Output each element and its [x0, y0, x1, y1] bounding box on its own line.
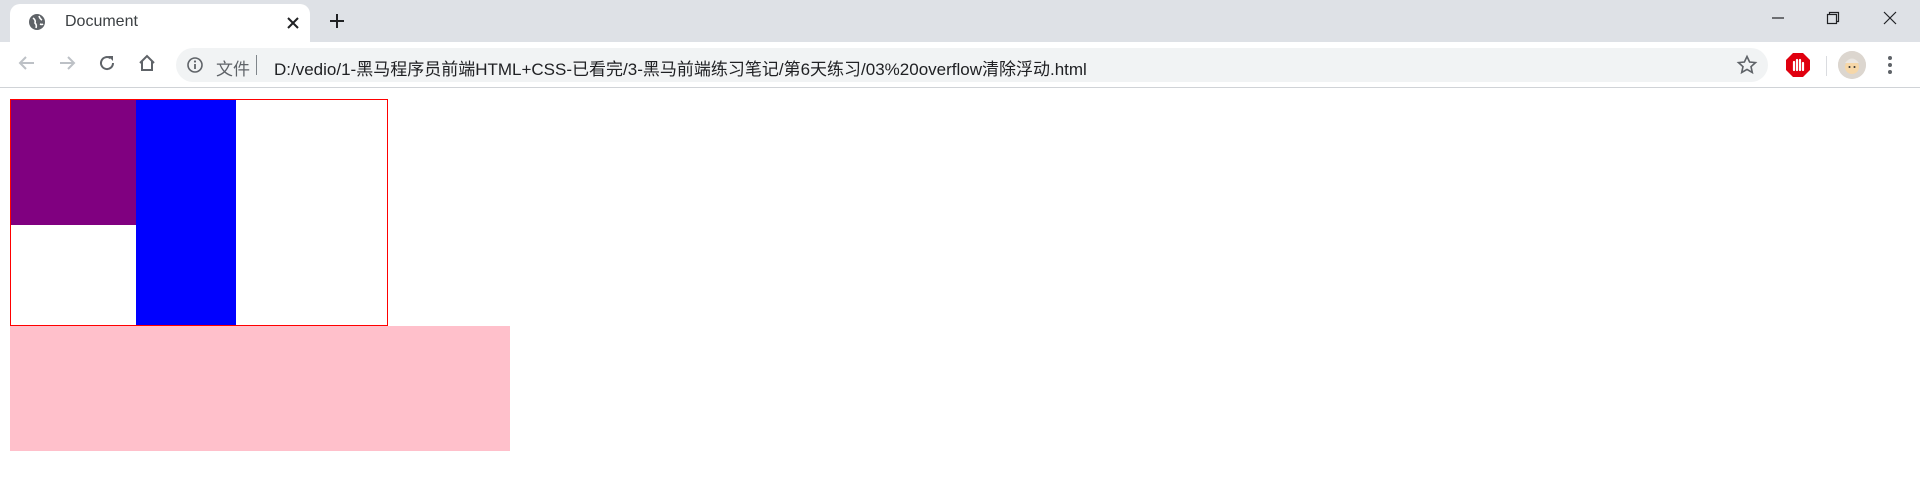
info-icon[interactable] [186, 56, 204, 74]
tab-document[interactable]: Document [10, 4, 310, 42]
toolbar-divider [1826, 56, 1827, 76]
avatar[interactable] [1838, 51, 1866, 79]
close-icon[interactable] [282, 12, 304, 34]
home-icon [138, 54, 156, 76]
blue-float-box [136, 100, 236, 325]
url-separator [256, 55, 257, 75]
kebab-menu-icon[interactable] [1878, 53, 1902, 77]
back-button[interactable] [11, 49, 43, 81]
globe-icon [27, 12, 47, 32]
arrow-left-icon [18, 54, 36, 76]
window-close-button[interactable] [1862, 0, 1918, 38]
minimize-icon [1771, 10, 1785, 29]
arrow-right-icon [58, 54, 76, 76]
purple-float-box [11, 100, 136, 225]
browser-toolbar: 文件 D:/vedio/1-黑马程序员前端HTML+CSS-已看完/3-黑马前端… [0, 42, 1920, 88]
url-text[interactable]: D:/vedio/1-黑马程序员前端HTML+CSS-已看完/3-黑马前端练习笔… [274, 55, 1087, 80]
plus-icon [328, 12, 346, 34]
new-tab-button[interactable] [322, 8, 352, 38]
red-bordered-container [10, 99, 388, 326]
adblock-icon[interactable] [1784, 51, 1812, 79]
home-button[interactable] [131, 49, 163, 81]
pink-box [10, 326, 510, 451]
tab-strip: Document [0, 0, 1920, 42]
restore-button[interactable] [1805, 0, 1861, 38]
close-icon [1883, 10, 1897, 29]
star-icon[interactable] [1736, 54, 1758, 76]
forward-button[interactable] [51, 49, 83, 81]
site-label: 文件 [216, 60, 250, 79]
restore-icon [1826, 10, 1840, 29]
reload-icon [98, 54, 116, 76]
minimize-button[interactable] [1750, 0, 1806, 38]
address-bar[interactable]: 文件 D:/vedio/1-黑马程序员前端HTML+CSS-已看完/3-黑马前端… [176, 48, 1768, 82]
reload-button[interactable] [91, 49, 123, 81]
page-viewport [0, 89, 1920, 485]
tab-title: Document [65, 13, 138, 30]
